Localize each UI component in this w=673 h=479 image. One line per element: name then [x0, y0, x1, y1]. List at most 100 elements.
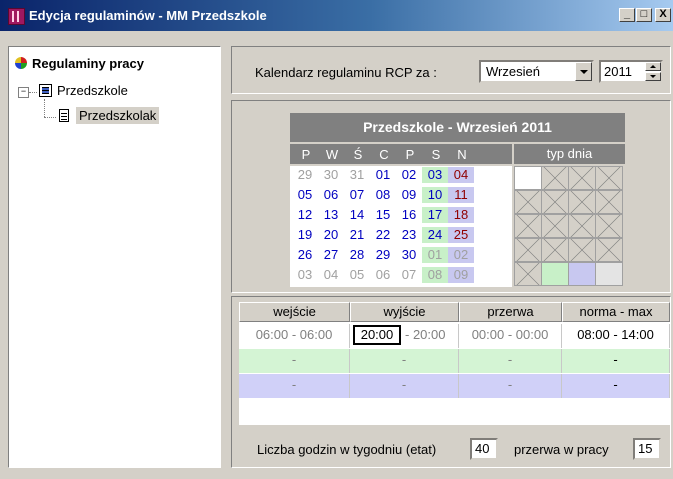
calendar-day[interactable]: 01 [422, 247, 448, 263]
calendar-day[interactable]: 29 [370, 247, 396, 263]
cell-wejscie[interactable]: - [239, 374, 350, 398]
calendar-day[interactable]: 06 [370, 267, 396, 283]
table-row[interactable]: - - - - [239, 349, 670, 373]
calendar-day[interactable]: 29 [292, 167, 318, 183]
day-type-cell[interactable] [568, 166, 596, 190]
calendar-day[interactable]: 22 [370, 227, 396, 243]
cell-wyjscie-end[interactable]: - 20:00 [405, 324, 459, 348]
calendar-day[interactable]: 11 [448, 187, 474, 203]
chevron-down-icon[interactable] [575, 62, 592, 81]
day-type-cell[interactable] [568, 214, 596, 238]
close-button[interactable]: X [655, 8, 671, 22]
calendar-day[interactable]: 02 [448, 247, 474, 263]
calendar-day[interactable]: 26 [292, 247, 318, 263]
calendar-day[interactable]: 28 [344, 247, 370, 263]
calendar-day[interactable]: 17 [422, 207, 448, 223]
month-select[interactable]: Wrzesień [479, 60, 594, 83]
calendar-day[interactable]: 02 [396, 167, 422, 183]
day-type-cell[interactable] [514, 166, 542, 190]
calendar-day[interactable]: 16 [396, 207, 422, 223]
day-type-cell[interactable] [568, 262, 596, 286]
calendar-day[interactable]: 13 [318, 207, 344, 223]
collapse-icon[interactable]: − [18, 87, 29, 98]
calendar-day[interactable]: 20 [318, 227, 344, 243]
rules-tree[interactable]: Regulaminy pracy − Przedszkole Przedszko… [8, 46, 221, 468]
wyjscie-edit-field[interactable]: 20:00 [353, 325, 401, 345]
break-field[interactable]: 15 [633, 438, 661, 460]
cell-wejscie[interactable]: - [239, 349, 350, 373]
calendar-day[interactable]: 09 [396, 187, 422, 203]
cell-przerwa[interactable]: - [459, 349, 562, 373]
cell-wejscie[interactable]: 06:00 - 06:00 [239, 324, 350, 348]
cell-przerwa[interactable]: - [459, 374, 562, 398]
cell-przerwa[interactable]: 00:00 - 00:00 [459, 324, 562, 348]
calendar-day[interactable]: 23 [396, 227, 422, 243]
calendar-day[interactable]: 18 [448, 207, 474, 223]
calendar-day[interactable]: 25 [448, 227, 474, 243]
calendar-day[interactable]: 30 [318, 167, 344, 183]
calendar-day[interactable]: 07 [344, 187, 370, 203]
day-type-cell[interactable] [541, 214, 569, 238]
day-type-cell[interactable] [541, 262, 569, 286]
calendar-day[interactable]: 21 [344, 227, 370, 243]
calendar-day[interactable]: 03 [422, 167, 448, 183]
calendar-day[interactable]: 03 [292, 267, 318, 283]
maximize-button[interactable]: □ [636, 8, 652, 22]
day-type-cell[interactable] [541, 190, 569, 214]
day-type-cell[interactable] [595, 238, 623, 262]
day-type-cell[interactable] [514, 214, 542, 238]
table-row[interactable]: - - - - [239, 374, 670, 398]
tree-item-przedszkolak[interactable]: Przedszkolak [59, 107, 160, 124]
cell-norma[interactable]: - [562, 374, 670, 398]
calendar-day[interactable]: 01 [370, 167, 396, 183]
calendar-day[interactable]: 05 [292, 187, 318, 203]
calendar-day[interactable]: 24 [422, 227, 448, 243]
day-type-cell[interactable] [514, 190, 542, 214]
day-type-grid[interactable] [514, 166, 625, 286]
calendar-day[interactable]: 05 [344, 267, 370, 283]
day-type-cell[interactable] [541, 238, 569, 262]
calendar-day[interactable]: 04 [448, 167, 474, 183]
calendar: Przedszkole - Wrzesień 2011 P W Ś C P S … [290, 113, 625, 287]
table-row[interactable]: 06:00 - 06:00 20:00 - 20:00 00:00 - 00:0… [239, 324, 670, 348]
calendar-day[interactable]: 07 [396, 267, 422, 283]
tree-line [44, 99, 45, 117]
day-type-cell[interactable] [514, 238, 542, 262]
spin-up-icon[interactable] [645, 62, 661, 71]
calendar-day[interactable]: 15 [370, 207, 396, 223]
day-type-cell[interactable] [568, 238, 596, 262]
calendar-day[interactable]: 19 [292, 227, 318, 243]
calendar-day[interactable]: 09 [448, 267, 474, 283]
calendar-day[interactable]: 27 [318, 247, 344, 263]
title-bar: Edycja regulaminów - MM Przedszkole _ □ … [0, 0, 673, 31]
calendar-day[interactable]: 31 [344, 167, 370, 183]
cell-wyjscie[interactable]: - [350, 349, 459, 373]
day-type-cell[interactable] [595, 190, 623, 214]
weekly-hours-field[interactable]: 40 [470, 438, 498, 460]
cell-norma[interactable]: 08:00 - 14:00 [562, 324, 670, 348]
calendar-day[interactable]: 12 [292, 207, 318, 223]
cell-norma[interactable]: - [562, 349, 670, 373]
day-type-cell[interactable] [595, 262, 623, 286]
day-type-cell[interactable] [541, 166, 569, 190]
calendar-day[interactable]: 06 [318, 187, 344, 203]
calendar-day[interactable]: 10 [422, 187, 448, 203]
cell-wyjscie[interactable]: - [350, 374, 459, 398]
month-value: Wrzesień [486, 64, 540, 79]
year-spinner[interactable]: 2011 [599, 60, 663, 83]
calendar-day[interactable]: 14 [344, 207, 370, 223]
calendar-day[interactable]: 08 [370, 187, 396, 203]
calendar-day[interactable]: 04 [318, 267, 344, 283]
calendar-days[interactable]: 29 30 31 01 02 03 04 05 06 07 08 09 10 11 12 13 14 15 16 17… [290, 166, 512, 287]
tree-item-przedszkole[interactable]: Przedszkole [39, 83, 128, 98]
calendar-day[interactable]: 08 [422, 267, 448, 283]
tree-root-item[interactable]: Regulaminy pracy [15, 56, 144, 71]
spin-down-icon[interactable] [645, 72, 661, 81]
schedule-grid[interactable]: wejście wyjście przerwa norma - max 06:0… [239, 302, 670, 425]
day-type-cell[interactable] [568, 190, 596, 214]
day-type-cell[interactable] [595, 214, 623, 238]
day-type-cell[interactable] [514, 262, 542, 286]
minimize-button[interactable]: _ [619, 8, 635, 22]
calendar-day[interactable]: 30 [396, 247, 422, 263]
day-type-cell[interactable] [595, 166, 623, 190]
